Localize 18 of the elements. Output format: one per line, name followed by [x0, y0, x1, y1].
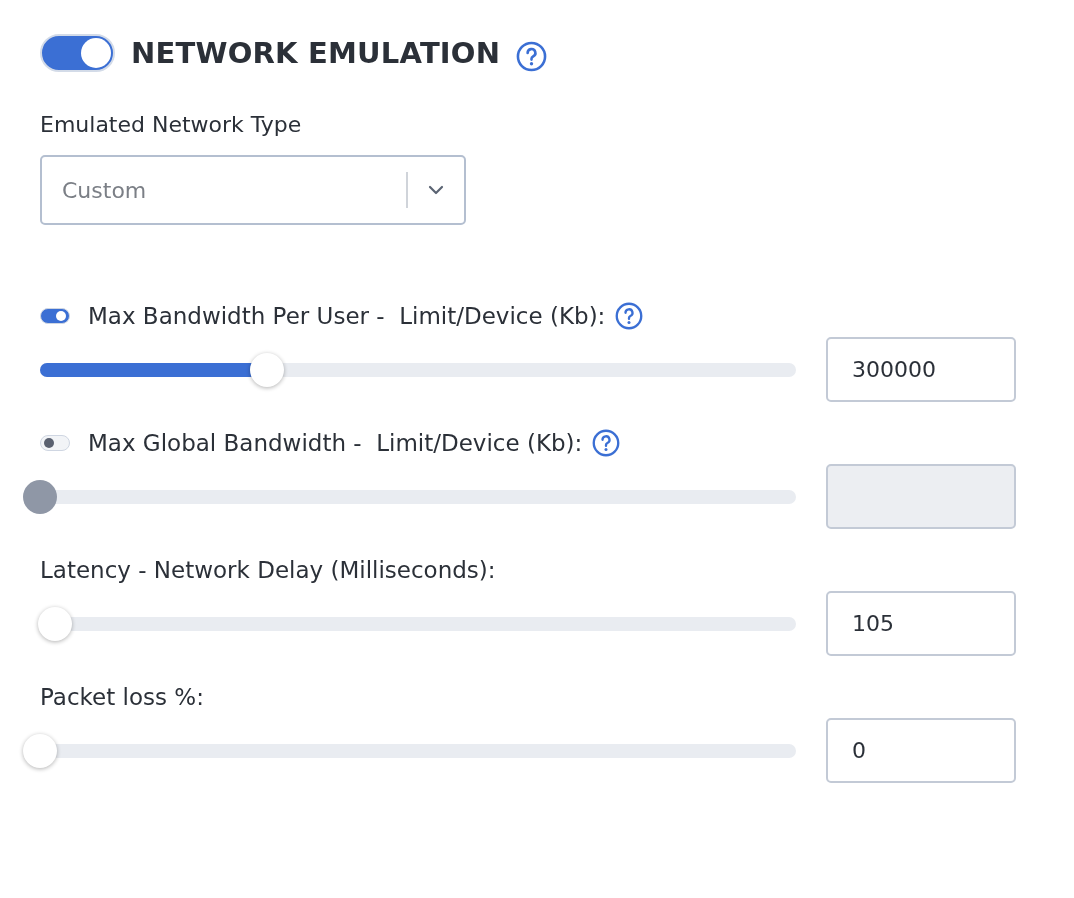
network-type-dropdown[interactable]: Custom: [40, 155, 466, 225]
section-title: NETWORK EMULATION: [131, 36, 501, 70]
value-input-field[interactable]: 0: [826, 718, 1016, 783]
value-input-field[interactable]: 300000: [826, 337, 1016, 402]
slider-label: Max Global Bandwidth - Limit/Device (Kb):: [88, 430, 583, 456]
slider-label: Packet loss %:: [40, 684, 204, 710]
toggle-switch[interactable]: [40, 308, 70, 324]
help-icon[interactable]: [615, 302, 644, 330]
slider-label: Max Bandwidth Per User - Limit/Device (Kb):: [88, 303, 606, 329]
value-input-field[interactable]: 105: [826, 591, 1016, 656]
slider-thumb[interactable]: [23, 733, 57, 768]
toggle-switch[interactable]: [40, 34, 115, 72]
slider-thumb[interactable]: [38, 606, 73, 641]
help-icon[interactable]: [516, 40, 548, 72]
slider-label: Latency - Network Delay (Milliseconds):: [40, 557, 496, 583]
field-label: Emulated Network Type: [40, 112, 303, 137]
chevron-down-icon: [428, 185, 444, 195]
slider-thumb[interactable]: [249, 352, 284, 387]
